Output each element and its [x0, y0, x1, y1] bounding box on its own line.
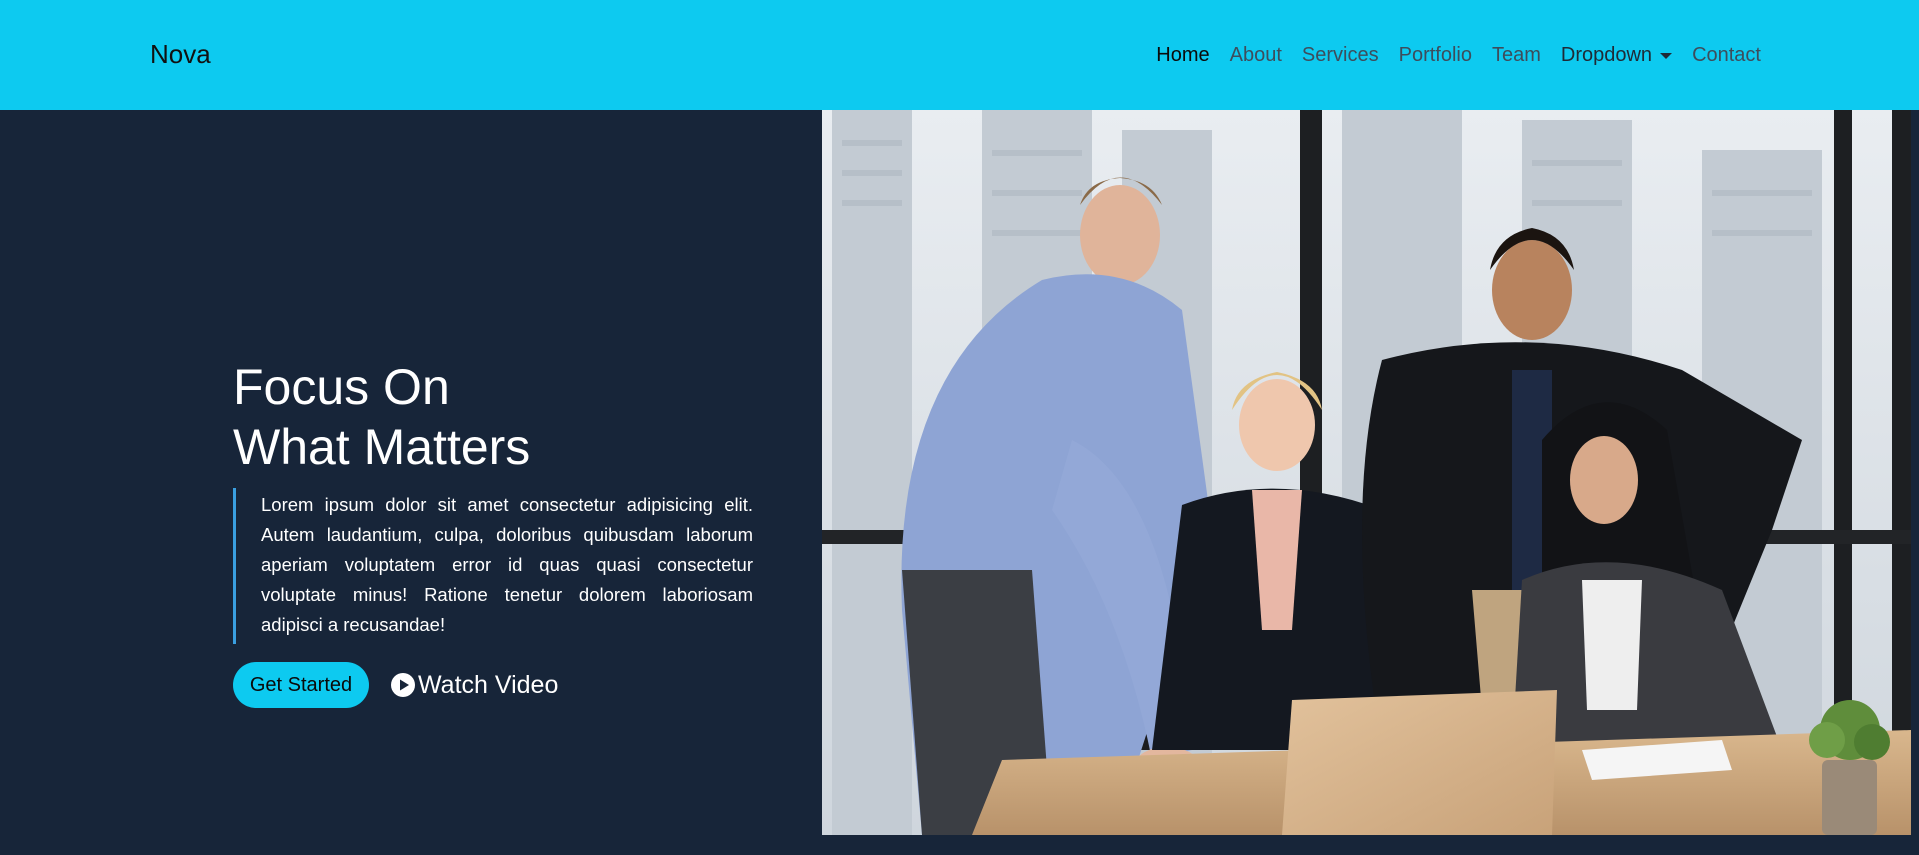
nav-team[interactable]: Team: [1492, 41, 1541, 69]
nav-about[interactable]: About: [1230, 41, 1282, 69]
nav-dropdown[interactable]: Dropdown: [1560, 41, 1673, 69]
play-circle-icon: [391, 673, 415, 697]
nav-contact[interactable]: Contact: [1692, 41, 1761, 69]
nav-portfolio[interactable]: Portfolio: [1399, 41, 1472, 69]
watch-video-label: Watch Video: [418, 670, 559, 699]
hero-title-line-2: What Matters: [233, 419, 531, 475]
site-header: Nova Home About Services Portfolio Team …: [0, 0, 1919, 110]
main-nav: Home About Services Portfolio Team Dropd…: [1156, 41, 1761, 69]
hero-section: [0, 110, 822, 855]
nav-home[interactable]: Home: [1156, 41, 1209, 69]
get-started-button[interactable]: Get Started: [233, 662, 369, 708]
watch-video-button[interactable]: Watch Video: [390, 668, 558, 702]
nav-services[interactable]: Services: [1302, 41, 1379, 69]
brand-logo[interactable]: Nova: [150, 38, 211, 70]
photo-illustration: [822, 110, 1911, 835]
hero-title-line-1: Focus On: [233, 359, 450, 415]
caret-down-icon: [1660, 53, 1673, 59]
hero-description: Lorem ipsum dolor sit amet consectetur a…: [233, 488, 753, 644]
team-meeting-photo: [822, 110, 1911, 835]
nav-dropdown-label: Dropdown: [1560, 44, 1653, 66]
hero-title: Focus On What Matters: [233, 357, 653, 477]
